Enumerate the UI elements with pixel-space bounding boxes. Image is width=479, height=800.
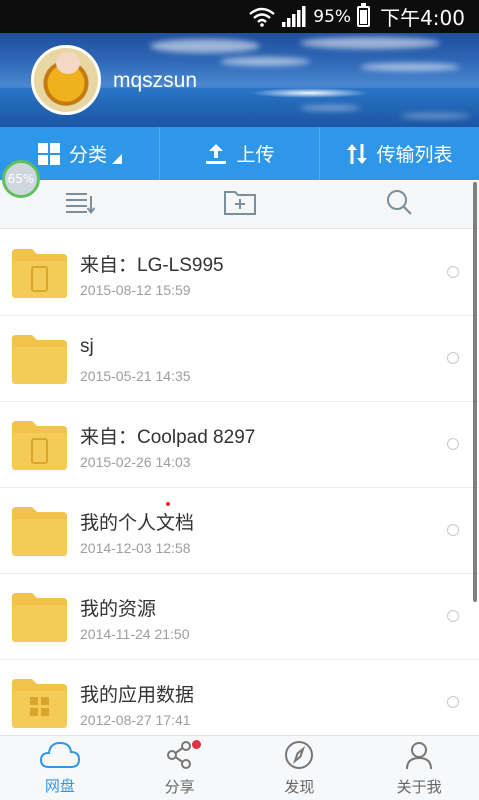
dropdown-triangle-icon — [112, 147, 122, 169]
bottom-navigation: 网盘 分享 发现 关于我 — [0, 735, 479, 800]
red-dot-marker — [166, 502, 170, 506]
username: mqszsun — [113, 69, 198, 92]
battery-percent: 95% — [313, 6, 352, 27]
search-icon — [385, 188, 413, 220]
file-date: 2014-11-24 21:50 — [80, 626, 190, 642]
file-date: 2015-08-12 15:59 — [80, 282, 191, 298]
apps-folder-icon — [12, 679, 67, 728]
transfer-arrows-icon — [346, 142, 368, 166]
nav-share[interactable]: 分享 — [120, 736, 240, 800]
scrollbar[interactable] — [473, 182, 477, 602]
new-folder-icon — [223, 188, 257, 220]
select-radio[interactable] — [447, 266, 459, 278]
compass-icon — [284, 740, 314, 774]
share-icon — [165, 740, 195, 774]
file-list: 来自：LG-LS995 2015-08-12 15:59 sj 2015-05-… — [0, 230, 479, 735]
transfer-list-label: 传输列表 — [376, 144, 453, 166]
select-radio[interactable] — [447, 524, 459, 536]
select-radio[interactable] — [447, 438, 459, 450]
nav-netdisk[interactable]: 网盘 — [0, 736, 120, 800]
list-item[interactable]: 我的应用数据 2012-08-27 17:41 — [0, 660, 479, 735]
folder-icon — [12, 593, 67, 642]
select-radio[interactable] — [447, 696, 459, 708]
file-toolbar — [0, 180, 479, 229]
device-folder-icon — [12, 249, 67, 298]
upload-button[interactable]: 上传 — [160, 127, 320, 180]
wifi-icon — [249, 7, 276, 27]
nav-label: 分享 — [164, 777, 195, 796]
search-button[interactable] — [319, 188, 479, 220]
upload-icon — [204, 142, 228, 166]
file-name: 来自：LG-LS995 — [80, 255, 224, 276]
file-name: 我的资源 — [80, 599, 157, 620]
upload-label: 上传 — [236, 144, 275, 166]
file-name: 来自：Coolpad 8297 — [80, 427, 256, 448]
sort-list-icon — [65, 190, 96, 218]
file-name: 我的个人文档 — [80, 513, 195, 534]
profile-header: mqszsun — [0, 33, 479, 127]
signal-icon — [281, 5, 307, 28]
category-label: 分类 — [68, 144, 107, 166]
folder-icon — [12, 507, 67, 556]
person-icon — [404, 740, 434, 774]
file-date: 2015-02-26 14:03 — [80, 454, 191, 470]
clock: 下午4:00 — [380, 6, 465, 30]
nav-label: 网盘 — [44, 776, 75, 795]
select-radio[interactable] — [447, 610, 459, 622]
grid-icon — [37, 142, 61, 166]
notification-dot — [191, 740, 201, 749]
nav-label: 关于我 — [396, 777, 442, 796]
nav-label: 发现 — [284, 777, 315, 796]
list-item[interactable]: 来自：Coolpad 8297 2015-02-26 14:03 — [0, 402, 479, 488]
device-folder-icon — [12, 421, 67, 470]
list-item[interactable]: 我的资源 2014-11-24 21:50 — [0, 574, 479, 660]
nav-about-me[interactable]: 关于我 — [359, 736, 479, 800]
cloud-icon — [39, 741, 80, 773]
list-item[interactable]: 我的个人文档 2014-12-03 12:58 — [0, 488, 479, 574]
status-bar: 95% 下午4:00 — [0, 0, 479, 33]
file-date: 2015-05-21 14:35 — [80, 368, 191, 384]
folder-icon — [12, 335, 67, 384]
list-item[interactable]: sj 2015-05-21 14:35 — [0, 316, 479, 402]
file-name: sj — [80, 336, 94, 357]
action-bar: 分类 上传 传输列表 — [0, 127, 479, 180]
storage-progress-badge[interactable]: 65% — [2, 160, 40, 198]
progress-text: 65% — [7, 172, 35, 186]
transfer-list-button[interactable]: 传输列表 — [320, 127, 479, 180]
nav-discover[interactable]: 发现 — [240, 736, 360, 800]
file-date: 2014-12-03 12:58 — [80, 540, 191, 556]
select-radio[interactable] — [447, 352, 459, 364]
new-folder-button[interactable] — [160, 188, 320, 220]
battery-icon — [357, 3, 371, 27]
file-date: 2012-08-27 17:41 — [80, 712, 191, 728]
file-name: 我的应用数据 — [80, 685, 195, 706]
list-item[interactable]: 来自：LG-LS995 2015-08-12 15:59 — [0, 230, 479, 316]
avatar[interactable] — [31, 45, 101, 115]
